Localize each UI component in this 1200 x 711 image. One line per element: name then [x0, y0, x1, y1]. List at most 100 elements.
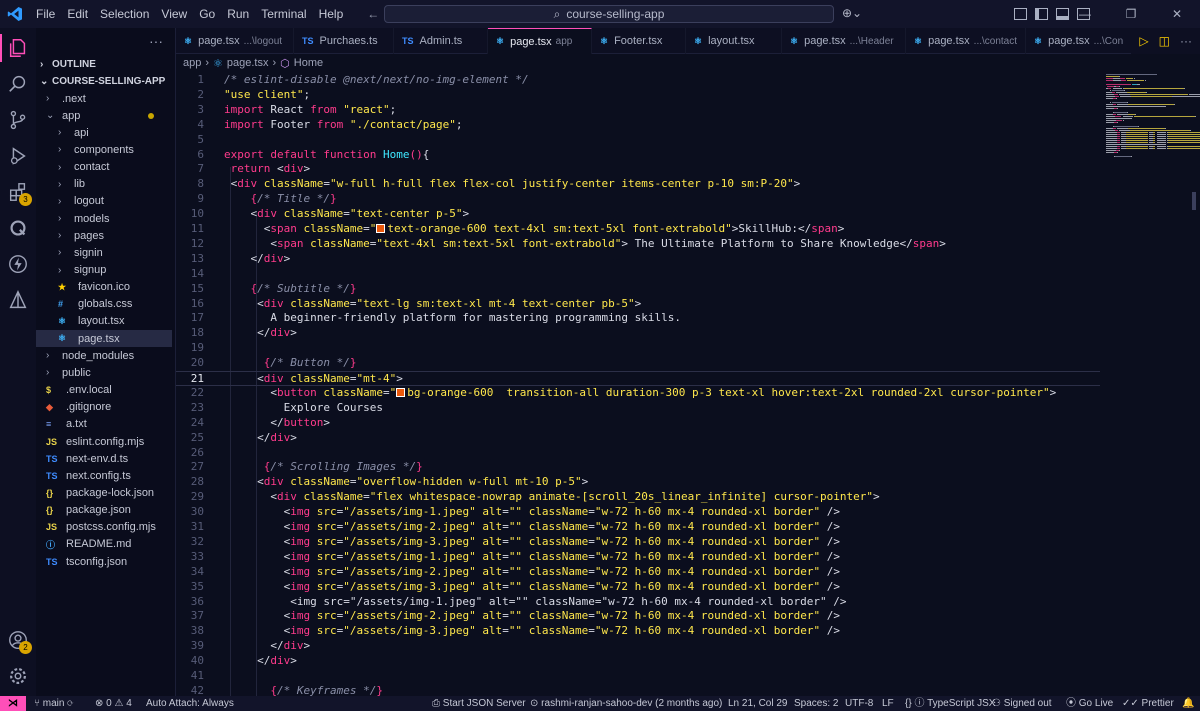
menu-view[interactable]: View	[155, 7, 193, 21]
explorer-icon[interactable]	[0, 30, 36, 66]
project-section[interactable]: ⌄ COURSE-SELLING-APP	[36, 73, 176, 90]
breadcrumb-symbol[interactable]: Home	[294, 57, 323, 69]
code-line[interactable]: 17 A beginner-friendly platform for mast…	[176, 311, 1100, 326]
code-line[interactable]: 29 <div className="flex whitespace-nowra…	[176, 490, 1100, 505]
code-line[interactable]: 16 <div className="text-lg sm:text-xl mt…	[176, 297, 1100, 312]
code-line[interactable]: 25 </div>	[176, 431, 1100, 446]
git-branch[interactable]: ⑂ main ⟳	[34, 696, 73, 711]
run-debug-icon[interactable]	[0, 138, 36, 174]
editor-tab[interactable]: ⚛ page.tsx ...\contact	[906, 28, 1026, 54]
code-line[interactable]: 22 <button className=" bg-orange-600 tran…	[176, 386, 1100, 401]
tree-folder[interactable]: › node_modules	[36, 347, 172, 364]
tree-folder[interactable]: › contact	[36, 159, 172, 176]
tree-file[interactable]: ≡ a.txt	[36, 416, 172, 433]
tree-folder[interactable]: › .next	[36, 90, 172, 107]
editor-tab[interactable]: ⚛ page.tsx ...\Con	[1026, 28, 1146, 54]
tree-file[interactable]: ◆ .gitignore	[36, 399, 172, 416]
end-of-line[interactable]: LF	[882, 696, 894, 711]
menu-terminal[interactable]: Terminal	[255, 7, 312, 21]
close-icon[interactable]: ✕	[1154, 0, 1200, 28]
code-line[interactable]: 3 import React from "react";	[176, 103, 1100, 118]
back-arrow-icon[interactable]: ←	[367, 7, 379, 21]
editor-tab[interactable]: ⚛ page.tsx ...\logout	[176, 28, 294, 54]
tree-folder[interactable]: › components	[36, 141, 172, 158]
more-actions-icon[interactable]: ···	[1180, 34, 1192, 48]
account-icon[interactable]: 2	[0, 622, 36, 658]
code-line[interactable]: 42 {/* Keyframes */}	[176, 684, 1100, 696]
cursor-position[interactable]: Ln 21, Col 29	[728, 696, 788, 711]
tree-folder[interactable]: › models	[36, 210, 172, 227]
settings-gear-icon[interactable]	[0, 658, 36, 694]
code-line[interactable]: 12 <span className="text-4xl sm:text-5xl…	[176, 237, 1100, 252]
minimap[interactable]	[1100, 72, 1200, 696]
code-line[interactable]: 6 export default function Home(){	[176, 148, 1100, 163]
run-file-icon[interactable]: ▷	[1139, 34, 1148, 48]
editor-tab[interactable]: ⚛ page.tsx ...\Header	[782, 28, 906, 54]
account-status[interactable]: ⚇ Signed out	[992, 696, 1052, 711]
code-line[interactable]: 39 </div>	[176, 639, 1100, 654]
tree-file[interactable]: JS postcss.config.mjs	[36, 519, 172, 536]
tree-file[interactable]: ★ favicon.ico	[36, 279, 172, 296]
editor-tab[interactable]: ⚛ page.tsx app	[488, 28, 592, 54]
editor-tab[interactable]: TS Admin.ts	[394, 28, 488, 54]
editor-tab[interactable]: TS Purchaes.ts	[294, 28, 394, 54]
tree-file[interactable]: TS tsconfig.json	[36, 553, 172, 570]
deploy-icon[interactable]	[0, 282, 36, 318]
code-editor[interactable]: 1 /* eslint-disable @next/next/no-img-ele…	[176, 72, 1100, 696]
tree-file[interactable]: TS next-env.d.ts	[36, 450, 172, 467]
code-line[interactable]: 18 </div>	[176, 326, 1100, 341]
code-line[interactable]: 38 <img src="/assets/img-3.jpeg" alt="" …	[176, 624, 1100, 639]
breadcrumb-file[interactable]: page.tsx	[227, 57, 269, 69]
code-line[interactable]: 10 <div className="text-center p-5">	[176, 207, 1100, 222]
tree-file[interactable]: {} package.json	[36, 502, 172, 519]
editor-tab[interactable]: ⚛ layout.tsx	[686, 28, 782, 54]
code-line[interactable]: 5	[176, 133, 1100, 148]
encoding[interactable]: UTF-8	[845, 696, 873, 711]
code-line[interactable]: 19	[176, 341, 1100, 356]
outline-section[interactable]: › OUTLINE	[36, 56, 176, 73]
tree-file[interactable]: ⚛ page.tsx	[36, 330, 172, 348]
code-line[interactable]: 15 {/* Subtitle */}	[176, 282, 1100, 297]
split-editor-icon[interactable]: ◫	[1159, 34, 1170, 48]
code-line[interactable]: 31 <img src="/assets/img-2.jpeg" alt="" …	[176, 520, 1100, 535]
indentation[interactable]: Spaces: 2	[794, 696, 838, 711]
code-line[interactable]: 34 <img src="/assets/img-2.jpeg" alt="" …	[176, 565, 1100, 580]
tree-file[interactable]: JS eslint.config.mjs	[36, 433, 172, 450]
code-line[interactable]: 37 <img src="/assets/img-2.jpeg" alt="" …	[176, 609, 1100, 624]
menu-run[interactable]: Run	[221, 7, 255, 21]
code-line[interactable]: 41	[176, 669, 1100, 684]
tree-folder[interactable]: › signin	[36, 244, 172, 261]
code-line[interactable]: 8 <div className="w-full h-full flex fle…	[176, 177, 1100, 192]
code-line[interactable]: 33 <img src="/assets/img-1.jpeg" alt="" …	[176, 550, 1100, 565]
tree-folder[interactable]: › logout	[36, 193, 172, 210]
tree-file[interactable]: TS next.config.ts	[36, 467, 172, 484]
restore-icon[interactable]: ❐	[1108, 0, 1154, 28]
more-actions-icon[interactable]: ···	[149, 33, 163, 49]
tree-folder[interactable]: › signup	[36, 262, 172, 279]
code-line[interactable]: 24 </button>	[176, 416, 1100, 431]
tree-folder[interactable]: › api	[36, 124, 172, 141]
code-line[interactable]: 1 /* eslint-disable @next/next/no-img-ele…	[176, 73, 1100, 88]
git-blame[interactable]: ⊙ rashmi-ranjan-sahoo-dev (2 months ago)	[530, 696, 722, 711]
menu-file[interactable]: File	[30, 7, 61, 21]
source-control-icon[interactable]	[0, 102, 36, 138]
copilot-icon[interactable]: ⊕⌄	[842, 6, 862, 20]
notifications-bell-icon[interactable]: 🔔	[1182, 696, 1194, 711]
code-line[interactable]: 2 "use client";	[176, 88, 1100, 103]
language-mode[interactable]: {} ⓘ TypeScript JSX	[905, 696, 995, 711]
code-line[interactable]: 21 <div className="mt-4">	[176, 371, 1100, 386]
code-line[interactable]: 23 Explore Courses	[176, 401, 1100, 416]
code-line[interactable]: 36 <img src="/assets/img-1.jpeg" alt="" …	[176, 595, 1100, 610]
tree-folder[interactable]: › lib	[36, 176, 172, 193]
tree-file[interactable]: # globals.css	[36, 296, 172, 313]
minimap-slider[interactable]	[1192, 192, 1196, 210]
tree-folder[interactable]: › public	[36, 364, 172, 381]
remote-indicator-icon[interactable]: ⋊	[0, 696, 26, 711]
go-live-button[interactable]: ⦿ Go Live	[1066, 696, 1113, 711]
tree-file[interactable]: ⓘ README.md	[36, 536, 172, 553]
code-line[interactable]: 26	[176, 446, 1100, 461]
editor-tab[interactable]: ⚛ Footer.tsx	[592, 28, 686, 54]
menu-selection[interactable]: Selection	[94, 7, 155, 21]
code-line[interactable]: 30 <img src="/assets/img-1.jpeg" alt="" …	[176, 505, 1100, 520]
menu-go[interactable]: Go	[193, 7, 221, 21]
